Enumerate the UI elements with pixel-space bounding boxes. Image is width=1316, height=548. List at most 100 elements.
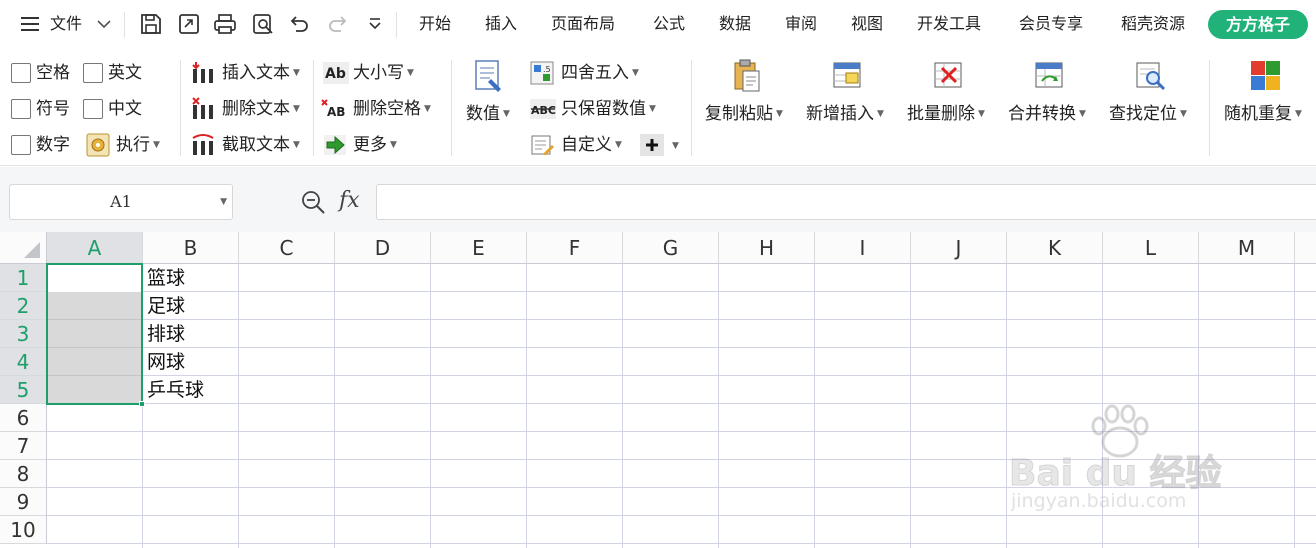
print-icon[interactable]	[213, 12, 237, 36]
custom-label: 自定义	[561, 135, 612, 155]
svg-text:.5: .5	[543, 65, 551, 74]
checkbox-english[interactable]	[83, 63, 103, 83]
cell-b3[interactable]: 排球	[143, 320, 239, 348]
tab-developer[interactable]: 开发工具	[917, 14, 981, 34]
add-icon[interactable]	[640, 134, 664, 158]
execute-icon[interactable]	[86, 133, 110, 157]
row-header-8[interactable]: 8	[0, 460, 47, 488]
more-button[interactable]: 更多 ▼	[353, 135, 397, 155]
zoom-formula-icon[interactable]	[300, 189, 326, 215]
row-header-5[interactable]: 5	[0, 376, 47, 404]
delete-text-button[interactable]: 删除文本 ▼	[222, 99, 300, 119]
column-header-a[interactable]: A	[47, 232, 143, 264]
insert-text-label: 插入文本	[222, 63, 290, 83]
row-header-3[interactable]: 3	[0, 320, 47, 348]
caret-down-icon: ▼	[293, 104, 300, 114]
find-locate-button[interactable]: 查找定位 ▼	[1109, 104, 1187, 124]
tab-formulas[interactable]: 公式	[653, 14, 685, 34]
chevron-down-icon[interactable]	[96, 16, 112, 32]
remove-spaces-label: 删除空格	[353, 99, 421, 119]
cell-b5[interactable]: 乒乓球	[143, 376, 239, 404]
column-header-g[interactable]: G	[623, 232, 719, 264]
checkbox-number-label: 数字	[36, 135, 70, 155]
merge-convert-button[interactable]: 合并转换 ▼	[1008, 104, 1086, 124]
add-insert-button[interactable]: 新增插入 ▼	[806, 104, 884, 124]
row-header-7[interactable]: 7	[0, 432, 47, 460]
column-header-l[interactable]: L	[1103, 232, 1199, 264]
text-case-button[interactable]: 大小写 ▼	[353, 63, 414, 83]
select-all-corner[interactable]	[0, 232, 47, 264]
tab-data[interactable]: 数据	[719, 14, 751, 34]
column-header-f[interactable]: F	[527, 232, 623, 264]
keep-numbers-button[interactable]: 只保留数值 ▼	[561, 99, 656, 119]
extract-text-label: 截取文本	[222, 135, 290, 155]
save-icon[interactable]	[139, 12, 163, 36]
column-header-c[interactable]: C	[239, 232, 335, 264]
find-locate-icon	[1135, 59, 1167, 93]
watermark-brand: Bai du 经验	[1009, 453, 1223, 495]
text-case-label: 大小写	[353, 63, 404, 83]
column-header-b[interactable]: B	[143, 232, 239, 264]
row-header-9[interactable]: 9	[0, 488, 47, 516]
column-header-j[interactable]: J	[911, 232, 1007, 264]
tab-docer[interactable]: 稻壳资源	[1121, 14, 1185, 34]
extract-text-button[interactable]: 截取文本 ▼	[222, 135, 300, 155]
tab-insert[interactable]: 插入	[485, 14, 517, 34]
column-header-d[interactable]: D	[335, 232, 431, 264]
cell-b4[interactable]: 网球	[143, 348, 239, 376]
name-box-value: A1	[110, 192, 132, 211]
customize-toolbar-icon[interactable]	[364, 12, 388, 36]
tab-home[interactable]: 开始	[419, 14, 451, 34]
random-repeat-button[interactable]: 随机重复 ▼	[1224, 104, 1302, 124]
custom-button[interactable]: 自定义 ▼	[561, 135, 622, 155]
print-preview-icon[interactable]	[251, 12, 275, 36]
checkbox-space[interactable]	[11, 63, 31, 83]
row-header-1[interactable]: 1	[0, 264, 47, 292]
caret-down-icon[interactable]: ▼	[220, 185, 227, 219]
checkbox-chinese[interactable]	[83, 99, 103, 119]
checkbox-number[interactable]	[11, 135, 31, 155]
row-header-10[interactable]: 10	[0, 516, 47, 544]
tab-review[interactable]: 审阅	[785, 14, 817, 34]
numeric-button[interactable]: 数值 ▼	[466, 104, 510, 124]
tab-view[interactable]: 视图	[851, 14, 883, 34]
cell-b1[interactable]: 篮球	[143, 264, 239, 292]
fx-button[interactable]: fx	[339, 187, 360, 215]
text-case-icon: Ab	[323, 61, 349, 85]
row-header-6[interactable]: 6	[0, 404, 47, 432]
batch-delete-button[interactable]: 批量删除 ▼	[907, 104, 985, 124]
menu-bar: 文件 开始 插入 页面布局 公式 数据 审阅 视图 开发工具 会员专享 稻壳资源…	[0, 0, 1316, 50]
row-header-4[interactable]: 4	[0, 348, 47, 376]
execute-label: 执行	[116, 135, 150, 155]
checkbox-symbol-label: 符号	[36, 99, 70, 119]
remove-spaces-button[interactable]: 删除空格 ▼	[353, 99, 431, 119]
column-header-e[interactable]: E	[431, 232, 527, 264]
insert-text-button[interactable]: 插入文本 ▼	[222, 63, 300, 83]
name-box[interactable]: A1 ▼	[9, 184, 233, 220]
tab-fangfang-grid[interactable]: 方方格子	[1208, 10, 1308, 39]
column-header-h[interactable]: H	[719, 232, 815, 264]
checkbox-symbol[interactable]	[11, 99, 31, 119]
tab-member[interactable]: 会员专享	[1019, 14, 1083, 34]
file-menu[interactable]: 文件	[50, 14, 82, 34]
tab-page-layout[interactable]: 页面布局	[551, 14, 615, 34]
column-header-k[interactable]: K	[1007, 232, 1103, 264]
copy-paste-icon	[731, 59, 763, 93]
custom-icon	[530, 133, 554, 157]
formula-input[interactable]	[376, 184, 1316, 220]
round-button[interactable]: 四舍五入 ▼	[561, 63, 639, 83]
execute-button[interactable]: 执行 ▼	[116, 135, 160, 155]
caret-down-icon: ▼	[1180, 109, 1187, 119]
export-icon[interactable]	[177, 12, 201, 36]
row-header-2[interactable]: 2	[0, 292, 47, 320]
redo-icon[interactable]	[326, 12, 350, 36]
add-caret-icon[interactable]: ▼	[672, 141, 679, 151]
undo-icon[interactable]	[287, 12, 311, 36]
caret-down-icon: ▼	[293, 140, 300, 150]
column-header-i[interactable]: I	[815, 232, 911, 264]
column-header-m[interactable]: M	[1199, 232, 1295, 264]
caret-down-icon: ▼	[615, 140, 622, 150]
hamburger-icon[interactable]	[20, 15, 40, 33]
copy-paste-button[interactable]: 复制粘贴 ▼	[705, 104, 783, 124]
cell-b2[interactable]: 足球	[143, 292, 239, 320]
